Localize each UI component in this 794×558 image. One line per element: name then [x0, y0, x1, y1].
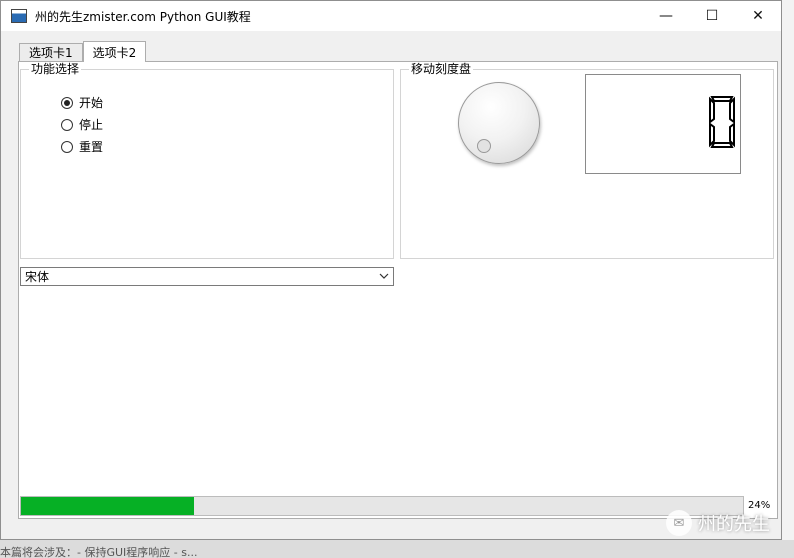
radio-stop[interactable]: 停止 [61, 116, 103, 133]
watermark: ✉ 州的先生 [666, 510, 770, 536]
title-bar[interactable]: 州的先生zmister.com Python GUI教程 — ☐ ✕ [1, 1, 781, 31]
function-groupbox: 功能选择 开始 停止 重置 [20, 62, 394, 259]
window-title: 州的先生zmister.com Python GUI教程 [35, 9, 251, 24]
background-text: 本篇将会涉及：- 保持GUI程序响应 - s... [0, 546, 198, 558]
minimize-icon[interactable]: — [643, 1, 689, 31]
close-icon[interactable]: ✕ [735, 1, 781, 31]
progress-bar [20, 496, 744, 516]
radio-reset-label: 重置 [79, 140, 104, 154]
radio-start-label: 开始 [79, 96, 104, 110]
tab-pane: 功能选择 开始 停止 重置 移动刻度盘 宋体 24% [18, 61, 778, 519]
watermark-text: 州的先生 [698, 514, 770, 535]
radio-stop-label: 停止 [79, 118, 104, 132]
radio-stop-indicator[interactable] [61, 118, 73, 131]
font-combobox[interactable]: 宋体 [20, 267, 394, 286]
tab-1[interactable]: 选项卡1 [19, 43, 83, 61]
radio-reset-indicator[interactable] [61, 140, 73, 153]
main-window: 州的先生zmister.com Python GUI教程 — ☐ ✕ 选项卡1 … [0, 0, 782, 540]
lcd-number [585, 74, 741, 174]
wechat-icon: ✉ [666, 510, 692, 536]
maximize-icon[interactable]: ☐ [689, 1, 735, 31]
tab-bar: 选项卡1 选项卡2 [19, 41, 147, 62]
dial-notch [477, 139, 491, 153]
dial-groupbox: 移动刻度盘 [400, 62, 774, 259]
font-combobox-value: 宋体 [25, 270, 50, 284]
app-icon [11, 9, 27, 23]
window-controls: — ☐ ✕ [643, 1, 781, 31]
chevron-down-icon[interactable] [379, 271, 389, 281]
dial-group-title: 移动刻度盘 [409, 62, 474, 76]
radio-reset[interactable]: 重置 [61, 138, 103, 155]
dial-knob[interactable] [458, 82, 540, 164]
radio-start[interactable]: 开始 [61, 94, 103, 111]
progress-fill [21, 497, 195, 515]
tab-2[interactable]: 选项卡2 [82, 41, 147, 62]
function-group-title: 功能选择 [29, 62, 82, 76]
radio-start-indicator[interactable] [61, 96, 73, 109]
lcd-digit-zero [709, 96, 735, 148]
background-right-strip [782, 0, 794, 558]
